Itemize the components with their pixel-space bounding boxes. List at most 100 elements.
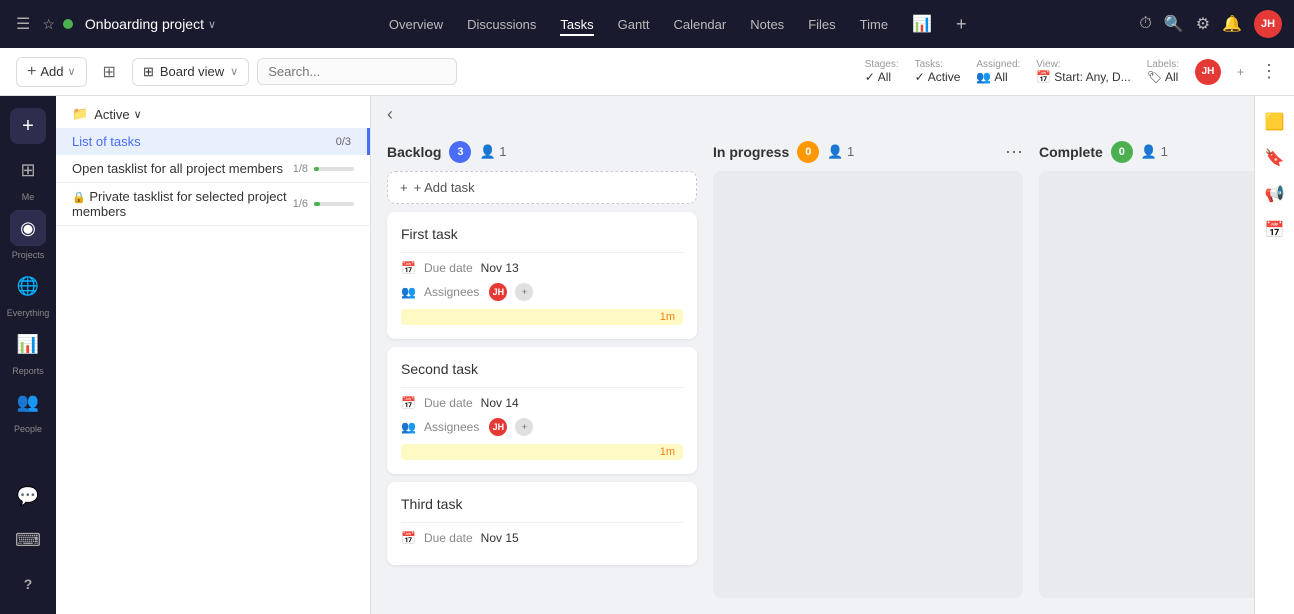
- search-icon[interactable]: 🔍: [1164, 14, 1184, 34]
- inprogress-more-icon[interactable]: ⋯: [1005, 142, 1023, 163]
- stages-label: Stages:: [865, 59, 899, 70]
- right-yellow-icon[interactable]: 🟨: [1261, 108, 1289, 136]
- sidebar-help-icon[interactable]: ?: [10, 566, 46, 602]
- complete-empty-area: [1039, 171, 1254, 598]
- board-view-icon: ⊞: [143, 64, 154, 80]
- sidebar: + ⊞ Me ◉ Projects 🌐 Everything 📊 Report: [0, 96, 56, 614]
- sidebar-chat-icon[interactable]: 💬: [10, 478, 46, 514]
- inprogress-empty-area: [713, 171, 1023, 598]
- board-columns: Backlog 3 👤 1 + + Add task First task 📅 …: [371, 133, 1254, 614]
- add-label: Add: [40, 64, 63, 79]
- everything-icon: 🌐: [17, 276, 39, 297]
- divider2: [401, 387, 683, 388]
- chat-icon: 💬: [17, 486, 39, 507]
- nav-overview[interactable]: Overview: [389, 13, 443, 36]
- task-list-name: List of tasks: [72, 134, 141, 149]
- nav-discussions[interactable]: Discussions: [467, 13, 536, 36]
- star-icon[interactable]: ☆: [42, 16, 55, 33]
- clock-icon[interactable]: ⏱: [1139, 15, 1151, 33]
- due-label-first: Due date: [424, 261, 473, 275]
- labels-label: Labels:: [1147, 59, 1179, 70]
- project-status-dot: [63, 19, 73, 29]
- toolbar-avatar[interactable]: JH: [1195, 59, 1221, 85]
- nav-calendar[interactable]: Calendar: [673, 13, 726, 36]
- assigned-value: 👥 All: [976, 70, 1020, 84]
- active-dropdown[interactable]: Active ∨: [94, 107, 141, 122]
- sidebar-item-projects[interactable]: ◉: [10, 210, 46, 246]
- toolbar-avatar-plus[interactable]: +: [1237, 65, 1244, 79]
- assignees-row-second: JH +: [487, 416, 535, 438]
- board-column-backlog: Backlog 3 👤 1 + + Add task First task 📅 …: [387, 133, 697, 598]
- due-value-first: Nov 13: [481, 261, 519, 275]
- nav-notes[interactable]: Notes: [750, 13, 784, 36]
- bell-icon[interactable]: 🔔: [1222, 14, 1242, 34]
- people-icon2: 👥: [17, 392, 39, 413]
- inprogress-title: In progress: [713, 144, 789, 160]
- task-card-second[interactable]: Second task 📅 Due date Nov 14 👥 Assignee…: [387, 347, 697, 474]
- assignee-more-second[interactable]: +: [513, 416, 535, 438]
- progress-bar: [314, 167, 354, 171]
- view-button[interactable]: ⊞ Board view ∨: [132, 58, 249, 86]
- assignees-label-second: Assignees: [424, 420, 479, 434]
- task-title-second: Second task: [401, 361, 683, 377]
- sidebar-item-reports[interactable]: 📊: [10, 326, 46, 362]
- hamburger-icon[interactable]: ☰: [12, 10, 34, 38]
- assignee-more-first[interactable]: +: [513, 281, 535, 303]
- board-column-complete: Complete 0 👤 1: [1039, 133, 1254, 598]
- sidebar-item-everything[interactable]: 🌐: [10, 268, 46, 304]
- inprogress-assignee: 👤 1: [827, 144, 854, 160]
- right-bookmark-icon[interactable]: 🔖: [1261, 144, 1289, 172]
- collapse-panel-button[interactable]: ‹: [379, 100, 401, 129]
- task-list-item-open[interactable]: Open tasklist for all project members 1/…: [56, 155, 370, 183]
- assignees-icon-first: 👥: [401, 285, 416, 299]
- search-input[interactable]: [257, 58, 457, 85]
- task-list-item-private[interactable]: 🔒 Private tasklist for selected project …: [56, 183, 370, 226]
- add-icon: +: [22, 115, 34, 138]
- plus-icon[interactable]: +: [956, 14, 967, 35]
- task-card-third[interactable]: Third task 📅 Due date Nov 15: [387, 482, 697, 565]
- add-button[interactable]: + Add ∨: [16, 57, 87, 87]
- task-meta-due-third: 📅 Due date Nov 15: [401, 531, 683, 545]
- people-icon: 👥: [976, 70, 991, 84]
- right-megaphone-icon[interactable]: 📢: [1261, 180, 1289, 208]
- task-card-first[interactable]: First task 📅 Due date Nov 13 👥 Assignees…: [387, 212, 697, 339]
- left-panel-header: 📁 Active ∨: [56, 96, 370, 128]
- nav-time[interactable]: Time: [860, 13, 888, 36]
- labels-value: 🏷 All: [1147, 70, 1179, 84]
- project-name[interactable]: Onboarding project ∨: [85, 16, 216, 32]
- project-chevron-icon: ∨: [208, 18, 216, 31]
- task-list-item-selected[interactable]: List of tasks 0/3: [56, 128, 370, 155]
- nav-tasks[interactable]: Tasks: [560, 13, 593, 36]
- sidebar-item-me[interactable]: ⊞: [10, 152, 46, 188]
- nav-gantt[interactable]: Gantt: [618, 13, 650, 36]
- progress-bar-fill: [314, 167, 319, 171]
- inprogress-badge: 0: [797, 141, 819, 163]
- sidebar-item-people[interactable]: 👥: [10, 384, 46, 420]
- gear-icon[interactable]: ⚙: [1196, 14, 1210, 34]
- sidebar-projects-section: ◉ Projects: [10, 210, 46, 260]
- sidebar-everything-label: Everything: [7, 308, 50, 318]
- chart-icon[interactable]: 📊: [912, 14, 932, 34]
- task-list-count: 0/3: [336, 136, 351, 148]
- assignee-avatar-first: JH: [487, 281, 509, 303]
- stages-meta: Stages: ✓ All: [865, 59, 899, 84]
- top-navigation: ☰ ☆ Onboarding project ∨ Overview Discus…: [0, 0, 1294, 48]
- active-chevron-icon: ∨: [134, 108, 142, 121]
- me-icon: ⊞: [20, 160, 35, 181]
- nav-files[interactable]: Files: [808, 13, 835, 36]
- projects-icon: ◉: [20, 218, 36, 239]
- filter-button[interactable]: ⊞: [95, 58, 124, 86]
- calendar-icon2: 📅: [401, 396, 416, 410]
- sidebar-keyboard-icon[interactable]: ⌨: [10, 522, 46, 558]
- toolbar-more-icon[interactable]: ⋮: [1260, 61, 1278, 82]
- tasks-label: Tasks:: [915, 59, 961, 70]
- user-avatar[interactable]: JH: [1254, 10, 1282, 38]
- board-area: ‹ Backlog 3 👤 1 + + Add task First task: [371, 96, 1254, 614]
- view-meta-label: View:: [1036, 59, 1130, 70]
- right-calendar-icon[interactable]: 📅: [1261, 216, 1289, 244]
- tag-icon: 🏷: [1147, 70, 1162, 84]
- sidebar-reports-section: 📊 Reports: [10, 326, 46, 376]
- add-task-button[interactable]: + + Add task: [387, 171, 697, 204]
- sidebar-add-button[interactable]: +: [10, 108, 46, 144]
- toolbar: + Add ∨ ⊞ ⊞ Board view ∨ Stages: ✓ All T…: [0, 48, 1294, 96]
